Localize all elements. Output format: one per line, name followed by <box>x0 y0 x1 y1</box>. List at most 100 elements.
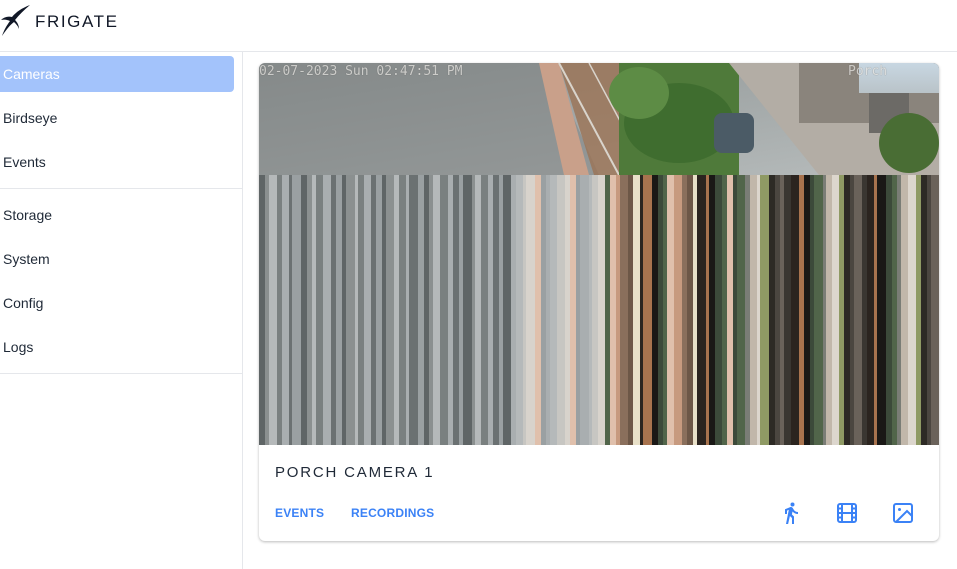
feed-artifact-streak <box>727 175 733 445</box>
feed-artifact-streak <box>409 175 418 445</box>
feed-artifact-streak <box>610 175 616 445</box>
sidebar-item-birdseye[interactable]: Birdseye <box>0 100 234 136</box>
sidebar-item-storage[interactable]: Storage <box>0 197 234 233</box>
feed-artifact-streak <box>908 175 916 445</box>
feed-artifact-streak <box>499 175 503 445</box>
feed-artifact-streak <box>301 175 307 445</box>
feed-artifact-streak <box>376 175 382 445</box>
feed-artifact-streak <box>750 175 757 445</box>
feed-artifact-streak <box>511 175 516 445</box>
feed-artifact-streak <box>546 175 550 445</box>
feed-artifact-streak <box>916 175 921 445</box>
feed-artifact-streak <box>823 175 826 445</box>
feed-artifact-streak <box>346 175 355 445</box>
feed-artifact-streak <box>715 175 722 445</box>
feed-artifact-streak <box>722 175 727 445</box>
feed-artifact-streak <box>674 175 682 445</box>
feed-artifact-streak <box>663 175 667 445</box>
feed-artifact-streak <box>810 175 814 445</box>
feed-artifact-streak <box>453 175 459 445</box>
feed-camera-label: Porch <box>848 64 888 79</box>
feed-artifact-streak <box>557 175 565 445</box>
feed-artifact-streak <box>652 175 658 445</box>
feed-artifact-streak <box>342 175 346 445</box>
feed-artifact-streak <box>472 175 475 445</box>
feed-artifact-streak <box>526 175 535 445</box>
camera-feed-image <box>259 63 939 445</box>
feed-artifact-streak <box>371 175 376 445</box>
feed-artifact-streak <box>667 175 674 445</box>
feed-artifact-streak <box>799 175 804 445</box>
feed-artifact-streak <box>355 175 358 445</box>
snapshot-image-icon[interactable] <box>891 501 915 525</box>
feed-artifact-streak <box>643 175 652 445</box>
recordings-film-icon[interactable] <box>835 501 859 525</box>
feed-artifact-streak <box>628 175 633 445</box>
feed-artifact-streak <box>282 175 289 445</box>
feed-artifact-streak <box>289 175 292 445</box>
feed-artifact-streak <box>780 175 784 445</box>
feed-artifact-streak <box>292 175 301 445</box>
camera-feed[interactable]: 02-07-2023 Sun 02:47:51 PM Porch <box>259 63 939 445</box>
app-brand[interactable]: FRIGATE <box>35 12 119 32</box>
feed-artifact-streak <box>760 175 769 445</box>
feed-artifact-streak <box>265 175 269 445</box>
feed-artifact-streak <box>336 175 342 445</box>
feed-artifact-streak <box>784 175 791 445</box>
feed-artifact-streak <box>459 175 463 445</box>
feed-artifact-streak <box>535 175 541 445</box>
feed-artifact-streak <box>399 175 406 445</box>
feed-artifact-streak <box>791 175 799 445</box>
feed-artifact-streak <box>862 175 867 445</box>
feed-artifact-streak <box>493 175 499 445</box>
feed-artifact-streak <box>892 175 897 445</box>
feed-artifact-streak <box>931 175 939 445</box>
feed-artifact-streak <box>516 175 523 445</box>
feed-artifact-streak <box>592 175 598 445</box>
feed-artifact-streak <box>733 175 737 445</box>
feed-artifact-streak <box>503 175 511 445</box>
sidebar-item-config[interactable]: Config <box>0 285 234 321</box>
feed-artifact-streak <box>448 175 453 445</box>
feed-artifact-streak <box>550 175 557 445</box>
feed-artifact-streak <box>358 175 364 445</box>
feed-artifact-streak <box>576 175 580 445</box>
frigate-bird-icon[interactable] <box>0 3 32 37</box>
feed-artifact-streak <box>640 175 643 445</box>
feed-artifact-streak <box>565 175 570 445</box>
sidebar-item-cameras[interactable]: Cameras <box>0 56 234 92</box>
feed-artifact-streak <box>331 175 336 445</box>
feed-artifact-streak <box>323 175 331 445</box>
feed-artifact-streak <box>697 175 706 445</box>
feed-artifact-streak <box>844 175 850 445</box>
feed-artifact-streak <box>589 175 592 445</box>
feed-artifact-streak <box>382 175 386 445</box>
feed-artifact-streak <box>633 175 640 445</box>
feed-artifact-streak <box>605 175 610 445</box>
feed-artifact-streak <box>475 175 481 445</box>
motion-walk-icon[interactable] <box>779 501 803 525</box>
sidebar-divider <box>0 373 242 374</box>
feed-artifact-streak <box>901 175 908 445</box>
events-button[interactable]: EVENTS <box>275 506 324 520</box>
feed-artifact-streak <box>429 175 433 445</box>
feed-timestamp: 02-07-2023 Sun 02:47:51 PM <box>259 64 463 79</box>
recordings-button[interactable]: RECORDINGS <box>351 506 434 520</box>
feed-artifact-streak <box>418 175 424 445</box>
camera-title[interactable]: PORCH CAMERA 1 <box>275 464 434 481</box>
feed-artifact-streak <box>850 175 854 445</box>
feed-artifact-streak <box>620 175 628 445</box>
feed-artifact-streak <box>433 175 440 445</box>
sidebar-item-events[interactable]: Events <box>0 144 234 180</box>
feed-artifact-streak <box>877 175 886 445</box>
feed-artifact-streak <box>839 175 844 445</box>
feed-artifact-streak <box>269 175 277 445</box>
sidebar-divider <box>0 188 242 189</box>
feed-artifact-streak <box>737 175 745 445</box>
feed-artifact-streak <box>523 175 526 445</box>
feed-artifact-streak <box>307 175 312 445</box>
feed-artifact-streak <box>386 175 394 445</box>
sidebar-item-logs[interactable]: Logs <box>0 329 234 365</box>
sidebar-item-system[interactable]: System <box>0 241 234 277</box>
feed-artifact-streak <box>775 175 780 445</box>
